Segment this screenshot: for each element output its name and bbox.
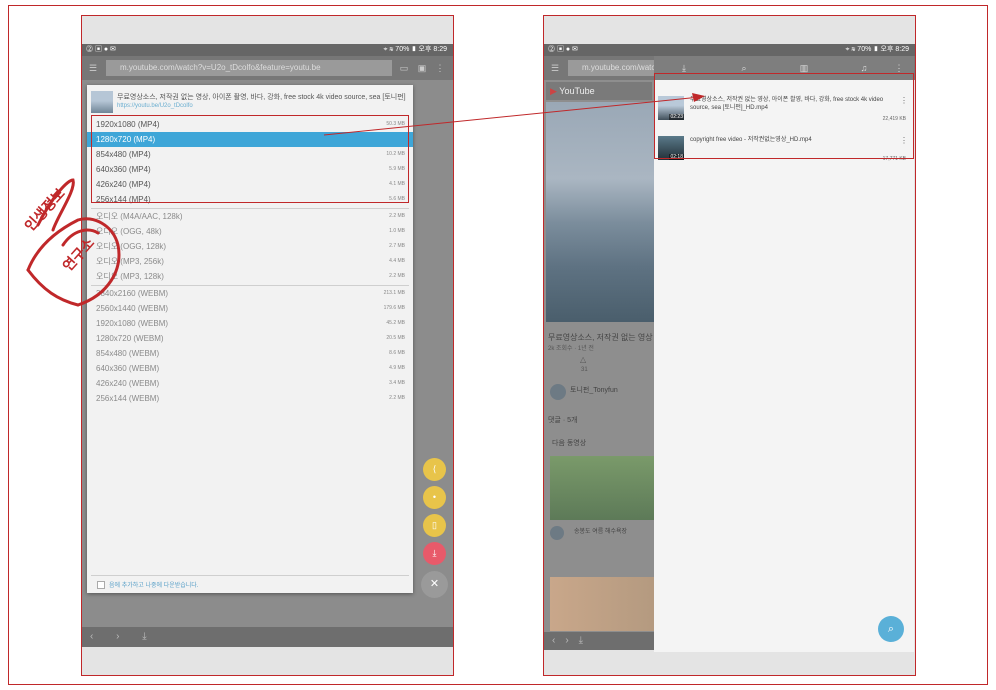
arrow-overlay [323,93,705,136]
arrow-line [323,96,701,136]
arrow-head [692,93,705,102]
